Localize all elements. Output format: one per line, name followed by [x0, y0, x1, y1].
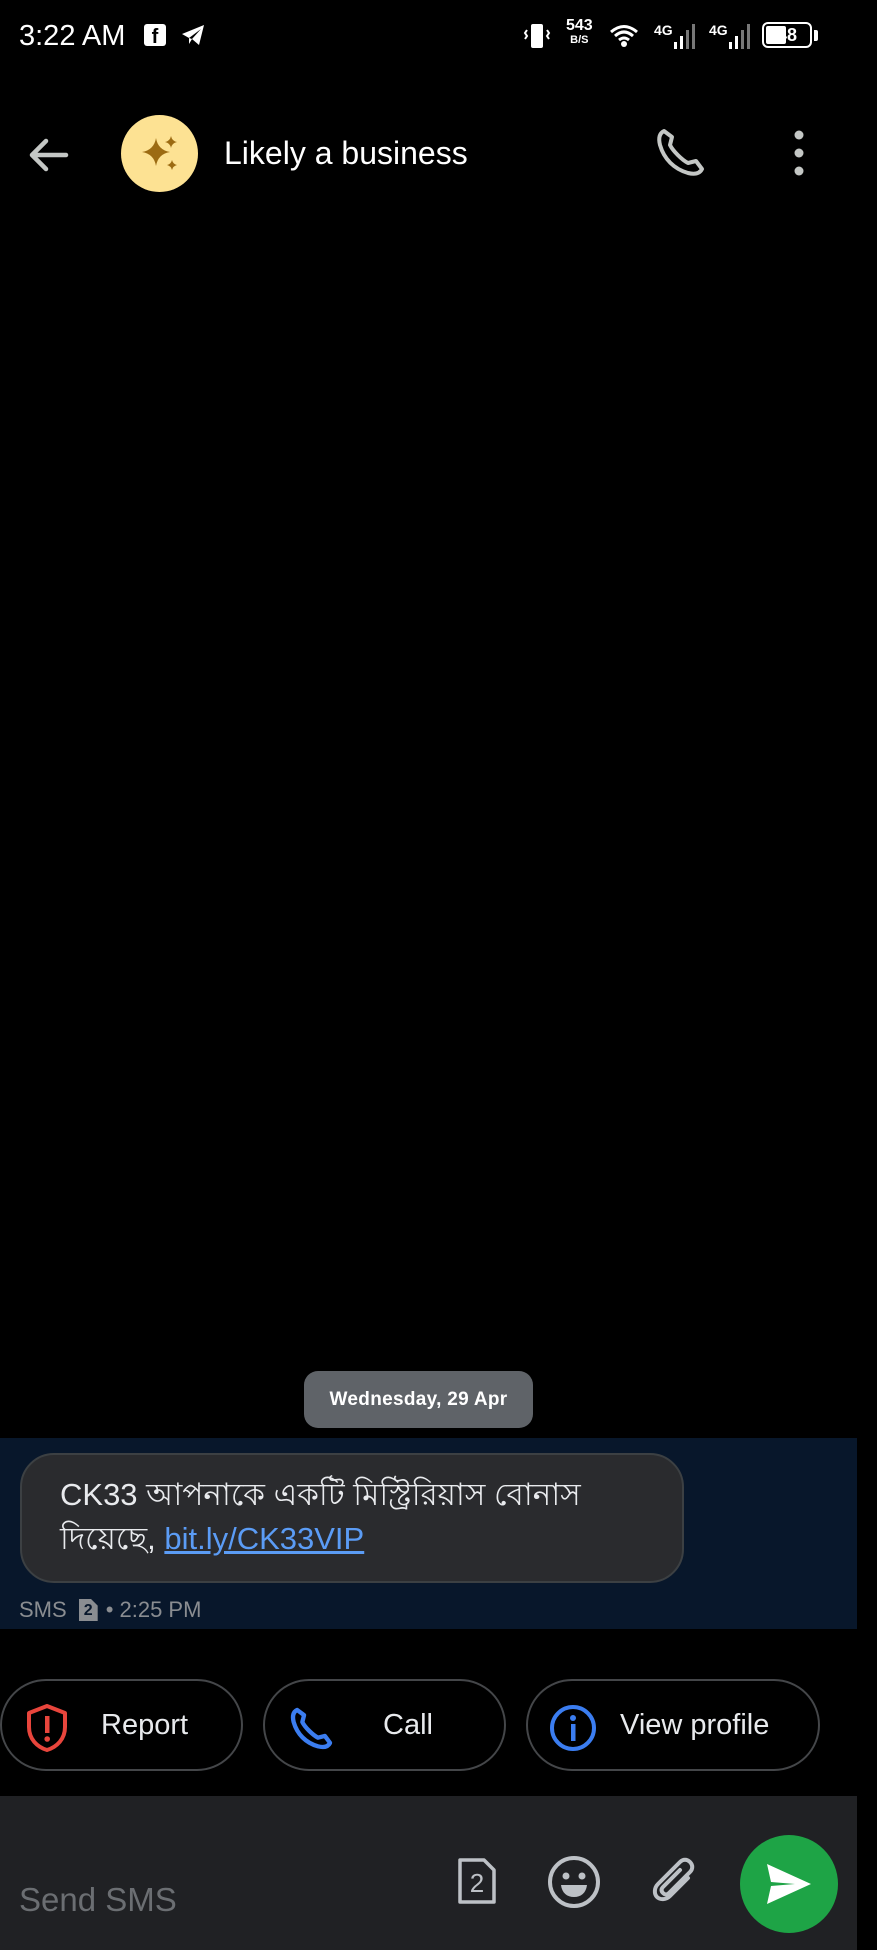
message-link[interactable]: bit.ly/CK33VIP [164, 1521, 364, 1556]
network-speed: 543 B/S [566, 17, 593, 47]
phone-icon [290, 1707, 333, 1750]
send-button[interactable] [740, 1835, 838, 1933]
view-profile-label: View profile [620, 1709, 770, 1741]
telegram-icon [182, 25, 204, 45]
call-button[interactable]: Call [263, 1679, 506, 1771]
report-label: Report [101, 1709, 189, 1741]
status-time: 3:22 AM [19, 20, 126, 52]
send-icon [767, 1864, 811, 1904]
emoji-icon[interactable] [546, 1854, 602, 1910]
facebook-icon: f [144, 24, 166, 46]
message-channel: SMS [19, 1597, 67, 1622]
back-arrow-icon[interactable] [20, 125, 80, 185]
attach-icon[interactable] [650, 1856, 700, 1910]
signal-icon [729, 24, 750, 49]
report-button[interactable]: Report [0, 1679, 243, 1771]
conversation-title: Likely a business [224, 135, 468, 171]
sim-label: 2 [470, 1868, 484, 1898]
sim-icon: 2 [78, 1599, 98, 1621]
top-app-bar: Likely a business [0, 95, 877, 215]
message-meta: SMS 2 • 2:25 PM [19, 1597, 201, 1623]
wifi-icon [610, 25, 638, 47]
message-input[interactable]: Send SMS [19, 1881, 177, 1919]
battery-tip [814, 30, 818, 41]
battery-level: 48 [776, 25, 798, 45]
compose-bar: Send SMS 2 [0, 1796, 857, 1950]
report-icon [27, 1704, 67, 1752]
status-bar: 3:22 AM f 543 B/S 4G 4G 48 [0, 0, 877, 74]
view-profile-button[interactable]: View profile [526, 1679, 820, 1771]
sparkle-icon [141, 135, 177, 170]
vibrate-icon [523, 24, 551, 48]
date-chip: Wednesday, 29 Apr [304, 1371, 533, 1428]
message-time: • 2:25 PM [105, 1597, 202, 1622]
sim-select-icon[interactable]: 2 [456, 1856, 498, 1906]
battery-icon: 48 [762, 22, 812, 48]
info-icon [550, 1705, 596, 1751]
call-label: Call [383, 1709, 433, 1741]
more-options-icon[interactable] [776, 123, 822, 183]
message-bubble[interactable]: CK33 আপনাকে একটি মিস্ট্রিরিয়াস বোনাস দি… [20, 1453, 684, 1583]
avatar[interactable] [121, 115, 198, 192]
phone-icon[interactable] [650, 123, 710, 183]
signal-icon [674, 24, 695, 49]
